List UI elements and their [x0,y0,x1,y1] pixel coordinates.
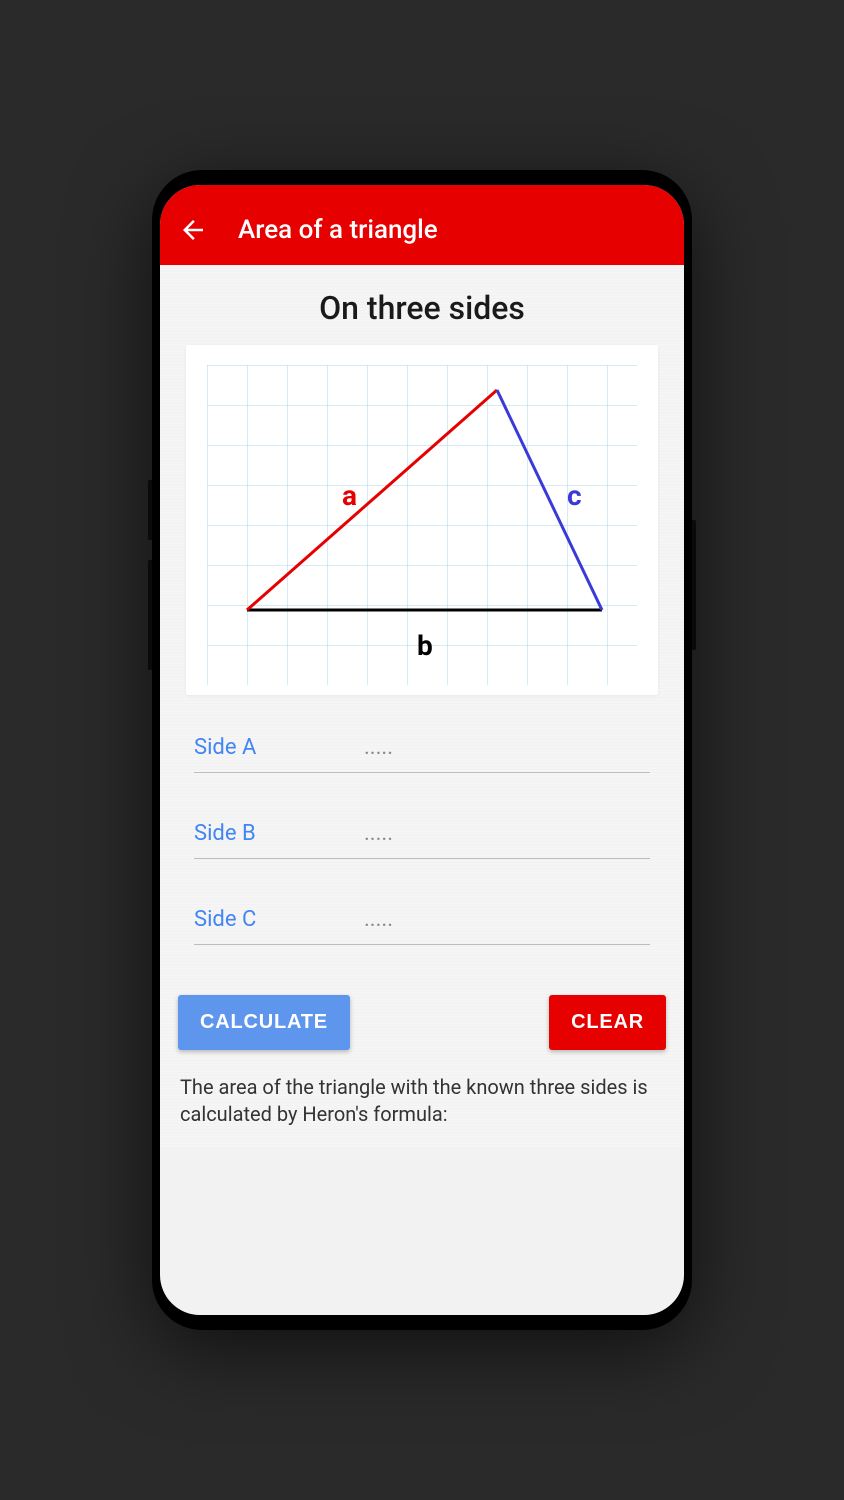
side-b-field[interactable] [364,821,650,846]
side-b-label: Side B [194,821,364,846]
side-button [148,560,152,670]
page-title: Area of a triangle [238,215,438,245]
phone-device-frame: Area of a triangle On three sides a c [152,170,692,1330]
button-row: CALCULATE CLEAR [170,975,674,1068]
side-button [148,480,152,540]
side-c-label: Side C [194,907,364,932]
content-area: On three sides a c b [160,265,684,1148]
input-row-side-a: Side A [194,735,650,773]
side-button [692,520,696,650]
diagram-label-c: c [567,479,582,512]
back-arrow-icon[interactable] [178,215,208,245]
section-subtitle: On three sides [170,265,674,345]
side-c-field[interactable] [364,907,650,932]
diagram-label-b: b [417,629,433,662]
clear-button[interactable]: CLEAR [549,995,666,1050]
app-screen: Area of a triangle On three sides a c [160,185,684,1315]
input-row-side-b: Side B [194,821,650,859]
app-bar: Area of a triangle [160,185,684,265]
triangle-diagram: a c b [186,345,658,695]
side-a-label: Side A [194,735,364,760]
description-text: The area of the triangle with the known … [170,1068,674,1148]
calculate-button[interactable]: CALCULATE [178,995,350,1050]
triangle-diagram-svg: a c b [207,365,637,685]
diagram-label-a: a [342,479,357,512]
input-row-side-c: Side C [194,907,650,945]
side-a-field[interactable] [364,735,650,760]
input-section: Side A Side B Side C [170,705,674,975]
